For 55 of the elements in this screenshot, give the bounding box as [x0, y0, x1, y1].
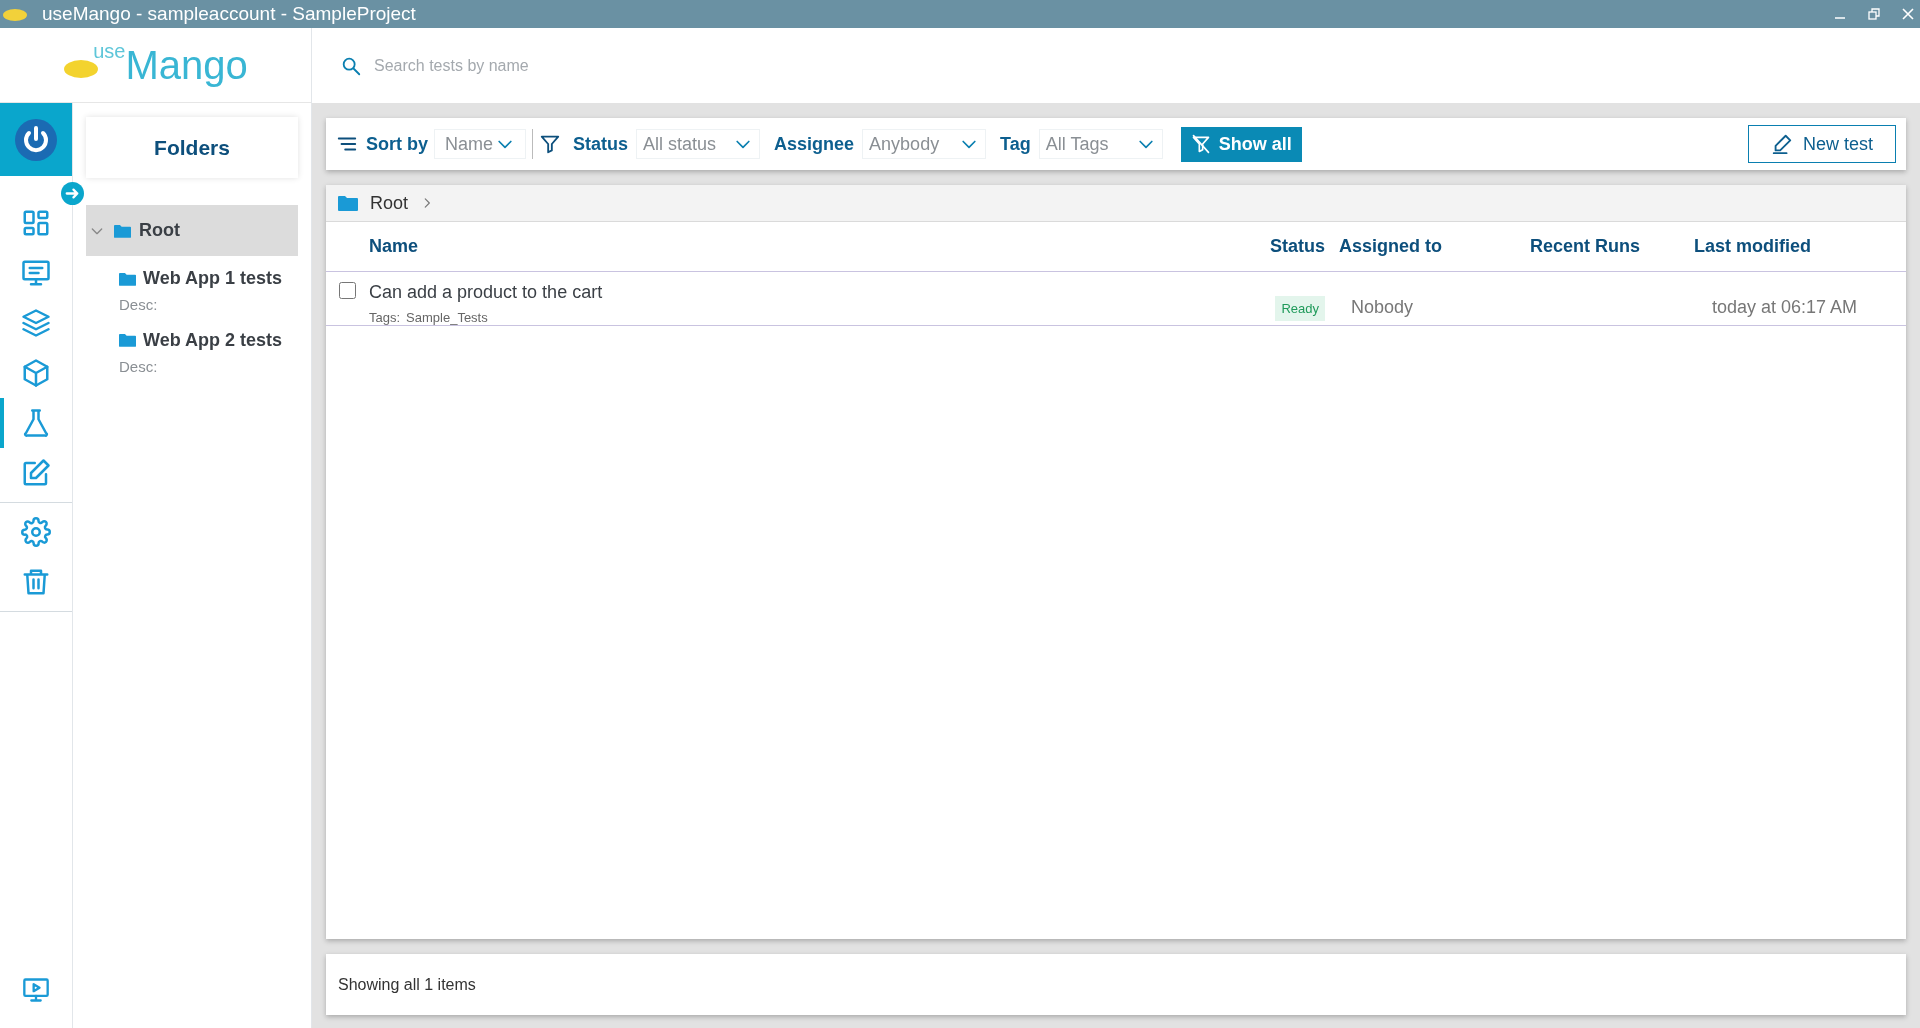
- test-name[interactable]: Can add a product to the cart: [369, 279, 1250, 306]
- tags-label: Tags:: [369, 309, 401, 327]
- mango-icon: [2, 6, 28, 22]
- filter-icon: [539, 133, 562, 155]
- mango-logo-icon: [63, 57, 100, 79]
- folder-description: Desc:: [119, 356, 159, 377]
- close-icon[interactable]: [1902, 8, 1914, 20]
- layers-icon: [21, 308, 51, 338]
- breadcrumb-link[interactable]: Root: [370, 189, 409, 217]
- tag: Sample_Tests: [406, 308, 488, 328]
- status-badge: Ready: [1275, 295, 1325, 321]
- row-checkbox[interactable]: [339, 282, 356, 299]
- sort-label: Sort by: [366, 132, 428, 156]
- power-icon: [14, 117, 58, 162]
- folder-icon: [114, 223, 131, 238]
- logo-prefix: use: [93, 41, 126, 61]
- filter-off-icon: [1190, 134, 1211, 154]
- folder-icon: [338, 195, 358, 211]
- show-all-button[interactable]: Show all: [1180, 126, 1302, 162]
- folder-item[interactable]: Web App 2 tests Desc:: [86, 317, 298, 379]
- flask-icon: [21, 408, 51, 438]
- assignee: Nobody: [1351, 296, 1414, 319]
- restore-icon[interactable]: [1868, 8, 1880, 20]
- edit-icon: [21, 458, 51, 488]
- window-title: useMango - sampleaccount - SampleProject: [42, 1, 416, 26]
- folder-icon: [119, 333, 136, 347]
- item-count: Showing all 1 items: [338, 974, 476, 995]
- logo-text: Mango: [125, 45, 248, 85]
- folder-label: Web App 2 tests: [143, 328, 283, 352]
- folders-header: Folders: [86, 117, 298, 178]
- folder-description: Desc:: [119, 295, 159, 315]
- column-header[interactable]: Assigned to: [1339, 236, 1442, 256]
- settings-icon: [21, 517, 51, 547]
- power-button[interactable]: [0, 103, 72, 176]
- folder-item[interactable]: Web App 1 tests Desc:: [86, 256, 298, 318]
- new-test-button[interactable]: New test: [1747, 125, 1896, 163]
- pencil-icon: [1770, 133, 1793, 155]
- column-header[interactable]: Last modified: [1694, 236, 1811, 256]
- filter-label: Assignee: [774, 132, 855, 156]
- column-header[interactable]: Recent Runs: [1530, 236, 1641, 256]
- filter-label: Status: [573, 132, 629, 156]
- monitor-icon: [21, 258, 51, 288]
- box-icon: [21, 358, 51, 388]
- trash-icon: [21, 567, 51, 597]
- folder-label: Web App 1 tests: [143, 267, 283, 290]
- folder-icon: [119, 271, 136, 286]
- column-header[interactable]: Name: [369, 236, 419, 256]
- folder-label: Root: [139, 219, 180, 242]
- filter-label: Tag: [1000, 132, 1031, 156]
- search-field[interactable]: Search tests by name: [374, 53, 974, 78]
- last-modified: today at 06:17 AM: [1712, 296, 1858, 319]
- folder-item[interactable]: Root: [86, 205, 298, 256]
- monitor-play-icon[interactable]: [22, 976, 50, 1004]
- column-header[interactable]: Status: [1270, 236, 1325, 256]
- dashboard-icon: [21, 208, 51, 238]
